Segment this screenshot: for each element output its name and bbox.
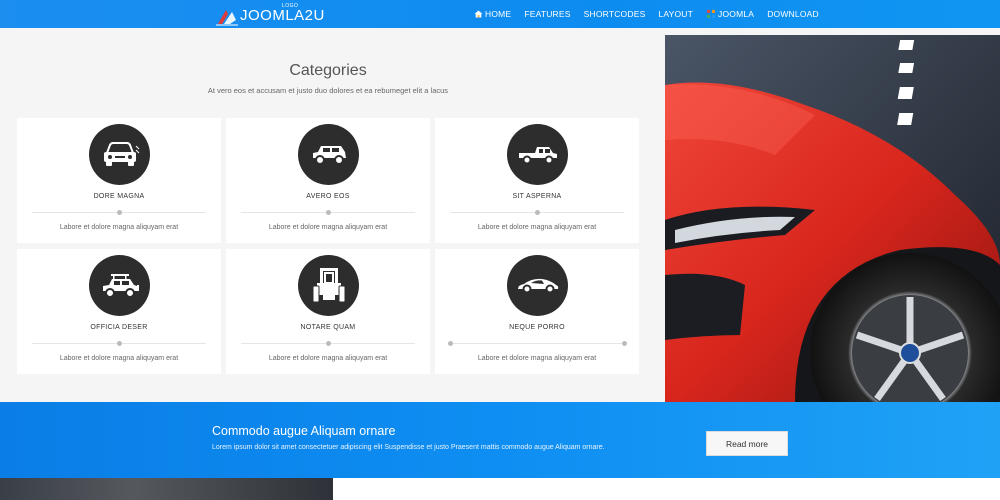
nav-home-label: HOME [485,9,512,19]
category-grid: DORE MAGNA Labore et dolore magna aliquy… [17,118,639,374]
section-subtitle: At vero eos et accusam et justo duo dolo… [207,86,449,95]
category-text: Labore et dolore magna aliquyam erat [477,224,597,231]
cta-banner: Commodo augue Aliquam ornare Lorem ipsum… [0,402,1000,478]
suv-icon [312,145,346,165]
category-slider-dot[interactable] [116,341,122,346]
cta-title: Commodo augue Aliquam ornare [212,424,396,438]
main-nav: HOME FEATURES SHORTCODES LAYOUT JOOMLA D… [474,0,832,28]
nav-joomla[interactable]: JOOMLA [706,9,754,19]
category-card[interactable]: SIT ASPERNA Labore et dolore magna aliqu… [435,118,639,243]
category-card[interactable]: DORE MAGNA Labore et dolore magna aliquy… [17,118,221,243]
joomla-icon [706,9,716,19]
category-title: AVERO EOS [306,193,350,200]
category-slider-dot[interactable] [325,341,331,346]
bottom-content-area [333,478,1000,500]
category-text: Labore et dolore magna aliquyam erat [59,355,179,362]
category-icon-circle [89,124,150,185]
bottom-image-strip [0,478,333,500]
nav-shortcodes-label: SHORTCODES [583,9,646,19]
hero-car-image [665,35,1000,402]
category-slider-dot[interactable] [325,210,331,215]
category-text: Labore et dolore magna aliquyam erat [268,355,388,362]
logo-icon [216,10,238,26]
top-navbar: JOOMLA2U LOGO HOME FEATURES SHORTCODES L… [0,0,1000,28]
nav-home[interactable]: HOME [474,9,511,19]
logo-small-text: LOGO [282,3,299,9]
nav-shortcodes[interactable]: SHORTCODES [584,9,646,19]
category-title: DORE MAGNA [93,193,145,200]
car-front-icon [103,141,139,166]
category-text: Labore et dolore magna aliquyam erat [268,224,388,231]
category-title: SIT ASPERNA [512,193,562,200]
home-icon [474,10,483,18]
sports-car-icon [517,278,558,293]
category-card[interactable]: OFFICIA DESER Labore et dolore magna ali… [17,249,221,374]
category-slider-dot[interactable] [116,210,122,215]
category-card[interactable]: NEQUE PORRO Labore et dolore magna aliqu… [435,249,639,374]
category-icon-circle [507,124,568,185]
category-card[interactable]: AVERO EOS Labore et dolore magna aliquya… [226,118,430,243]
nav-download-label: DOWNLOAD [767,9,819,19]
nav-layout[interactable]: LAYOUT [658,9,693,19]
categories-section: Categories At vero eos et accusam et jus… [0,28,1000,402]
category-slider-dot[interactable] [447,341,453,346]
read-more-button[interactable]: Read more [706,431,788,456]
offroad-icon [102,273,139,298]
logo-text: JOOMLA2U [240,7,325,24]
nav-download[interactable]: DOWNLOAD [767,9,819,19]
category-title: NOTARE QUAM [300,324,356,331]
category-slider-dot-end[interactable] [622,341,627,346]
category-title: NEQUE PORRO [509,324,565,331]
pickup-icon [518,146,557,164]
category-icon-circle [507,255,568,316]
car-illustration [665,35,1000,402]
section-title: Categories [289,62,367,79]
category-slider-track [450,343,624,344]
category-text: Labore et dolore magna aliquyam erat [59,224,179,231]
category-card[interactable]: NOTARE QUAM Labore et dolore magna aliqu… [226,249,430,374]
nav-features[interactable]: FEATURES [524,9,570,19]
nav-layout-label: LAYOUT [658,9,694,19]
cta-text: Lorem ipsum dolor sit amet consectetuer … [212,444,605,451]
tractor-icon [312,267,345,302]
category-text: Labore et dolore magna aliquyam erat [477,355,597,362]
category-title: OFFICIA DESER [90,324,148,331]
category-icon-circle [298,124,359,185]
nav-joomla-label: JOOMLA [718,9,755,19]
nav-features-label: FEATURES [524,9,571,19]
category-icon-circle [298,255,359,316]
site-logo[interactable]: JOOMLA2U LOGO [214,2,325,26]
category-icon-circle [89,255,150,316]
category-slider-dot[interactable] [534,210,540,215]
